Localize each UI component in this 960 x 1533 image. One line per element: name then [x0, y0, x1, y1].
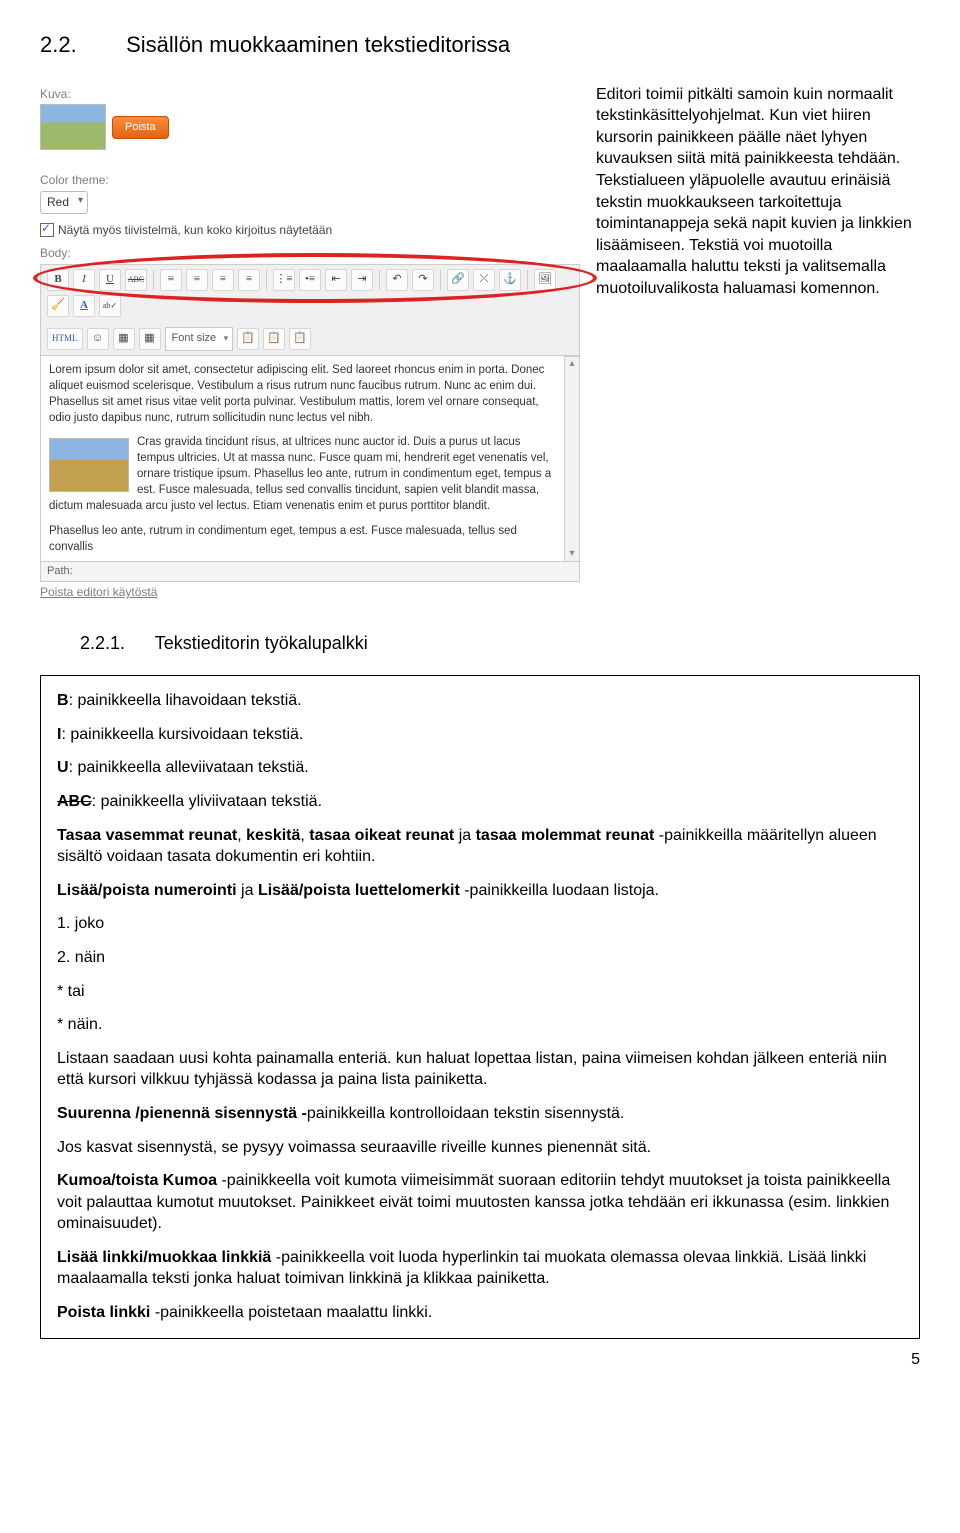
section-number: 2.2. [40, 30, 120, 60]
lorem-paragraph-3: Phasellus leo ante, rutrum in condimentu… [49, 523, 556, 555]
italic-button[interactable]: I [73, 269, 95, 291]
unlink-button[interactable]: ⤫ [473, 269, 495, 291]
scrollbar[interactable]: ▴▾ [565, 356, 580, 562]
u-desc: : painikkeella alleviivataan tekstiä. [69, 759, 309, 776]
text-color-button[interactable]: A [73, 295, 95, 317]
path-bar: Path: [40, 562, 580, 582]
ol-key: Lisää/poista numerointi [57, 882, 237, 899]
inline-image [49, 438, 129, 492]
editor-screenshot: Kuva: Poista Color theme: Red Näytä myös… [40, 80, 580, 601]
paste-word-button[interactable]: 📋 [289, 328, 311, 350]
subsection-heading: 2.2.1. Tekstieditorin työkalupalkki [80, 631, 920, 655]
align-justify-button[interactable]: ≡ [238, 269, 260, 291]
undo-button[interactable]: ↶ [386, 269, 408, 291]
align-right-key: tasaa oikeat reunat [309, 827, 454, 844]
body-label: Body: [40, 245, 580, 262]
list-instructions: Listaan saadaan uusi kohta painamalla en… [57, 1048, 903, 1091]
undo-key: Kumoa/toista Kumoa [57, 1172, 221, 1189]
emoji-button[interactable]: ☺ [87, 328, 109, 350]
html-button[interactable]: HTML [47, 328, 83, 350]
unlink-desc: -painikkeella poistetaan maalattu linkki… [155, 1304, 432, 1321]
editor-toolbar: B I U ABC ≡ ≡ ≡ ≡ ⋮≡ •≡ ⇤ ⇥ ↶ ↷ 🔗 ⤫ ⚓ 🖼 … [40, 264, 580, 356]
align-center-key: keskitä [246, 827, 300, 844]
indent-desc: painikkeilla kontrolloidaan tekstin sise… [307, 1105, 625, 1122]
link-key: Lisää linkki/muokkaa linkkiä [57, 1249, 276, 1266]
subsection-number: 2.2.1. [80, 631, 150, 655]
paste-text-button[interactable]: 📋 [263, 328, 285, 350]
spellcheck-button[interactable]: ab✓ [99, 295, 121, 317]
screenshot-and-description: Kuva: Poista Color theme: Red Näytä myös… [40, 80, 920, 601]
list-example-2: 2. näin [57, 947, 903, 969]
align-left-key: Tasaa vasemmat reunat [57, 827, 237, 844]
redo-button[interactable]: ↷ [412, 269, 434, 291]
list-example-1: 1. joko [57, 913, 903, 935]
editor-description: Editori toimii pitkälti samoin kuin norm… [596, 80, 920, 300]
font-size-select[interactable]: Font size [165, 327, 234, 351]
align-left-button[interactable]: ≡ [160, 269, 182, 291]
list-desc: -painikkeilla luodaan listoja. [460, 882, 659, 899]
section-title-text: Sisällön muokkaaminen tekstieditorissa [126, 32, 510, 57]
abc-key: ABC [57, 793, 92, 810]
underline-button[interactable]: U [99, 269, 121, 291]
b-key: B [57, 692, 69, 709]
lorem-paragraph-1: Lorem ipsum dolor sit amet, consectetur … [49, 362, 556, 426]
indent-note: Jos kasvat sisennystä, se pysyy voimassa… [57, 1137, 903, 1159]
ordered-list-button[interactable]: ⋮≡ [273, 269, 295, 291]
unlink-key: Poista linkki [57, 1304, 155, 1321]
strike-button[interactable]: ABC [125, 269, 147, 291]
align-center-button[interactable]: ≡ [186, 269, 208, 291]
editor-body[interactable]: Lorem ipsum dolor sit amet, consectetur … [40, 356, 565, 562]
bold-button[interactable]: B [47, 269, 69, 291]
image-button[interactable]: 🖼 [534, 269, 556, 291]
outdent-button[interactable]: ⇤ [325, 269, 347, 291]
media-button[interactable]: ▦ [113, 328, 135, 350]
link-button[interactable]: 🔗 [447, 269, 469, 291]
paste-button[interactable]: 📋 [237, 328, 259, 350]
unordered-list-button[interactable]: •≡ [299, 269, 321, 291]
section-heading: 2.2. Sisällön muokkaaminen tekstieditori… [40, 30, 920, 60]
indent-key: Suurenna /pienennä sisennystä - [57, 1105, 307, 1122]
i-desc: : painikkeella kursivoidaan tekstiä. [61, 726, 303, 743]
color-theme-select[interactable]: Red [40, 191, 88, 214]
u-key: U [57, 759, 69, 776]
align-right-button[interactable]: ≡ [212, 269, 234, 291]
disable-editor-link[interactable]: Poista editori käytöstä [40, 584, 157, 601]
poista-button[interactable]: Poista [112, 116, 169, 139]
clean-button[interactable]: 🧹 [47, 295, 69, 317]
list-example-3: * tai [57, 981, 903, 1003]
image-thumbnail [40, 104, 106, 150]
align-justify-key: tasaa molemmat reunat [476, 827, 655, 844]
ul-key: Lisää/poista luettelomerkit [258, 882, 460, 899]
list-example-4: * näin. [57, 1014, 903, 1036]
indent-button[interactable]: ⇥ [351, 269, 373, 291]
anchor-button[interactable]: ⚓ [499, 269, 521, 291]
toolbar-explanations: B: painikkeella lihavoidaan tekstiä. I: … [40, 675, 920, 1338]
kuva-label: Kuva: [40, 86, 580, 103]
checkbox-label: Näytä myös tiivistelmä, kun koko kirjoit… [58, 222, 332, 239]
show-summary-checkbox[interactable]: Näytä myös tiivistelmä, kun koko kirjoit… [40, 222, 580, 239]
subsection-title-text: Tekstieditorin työkalupalkki [155, 633, 368, 653]
abc-desc: : painikkeella yliviivataan tekstiä. [92, 793, 322, 810]
color-theme-label: Color theme: [40, 172, 580, 189]
checkbox-icon [40, 223, 54, 237]
b-desc: : painikkeella lihavoidaan tekstiä. [69, 692, 302, 709]
table-button[interactable]: ▦ [139, 328, 161, 350]
page-number: 5 [40, 1349, 920, 1371]
